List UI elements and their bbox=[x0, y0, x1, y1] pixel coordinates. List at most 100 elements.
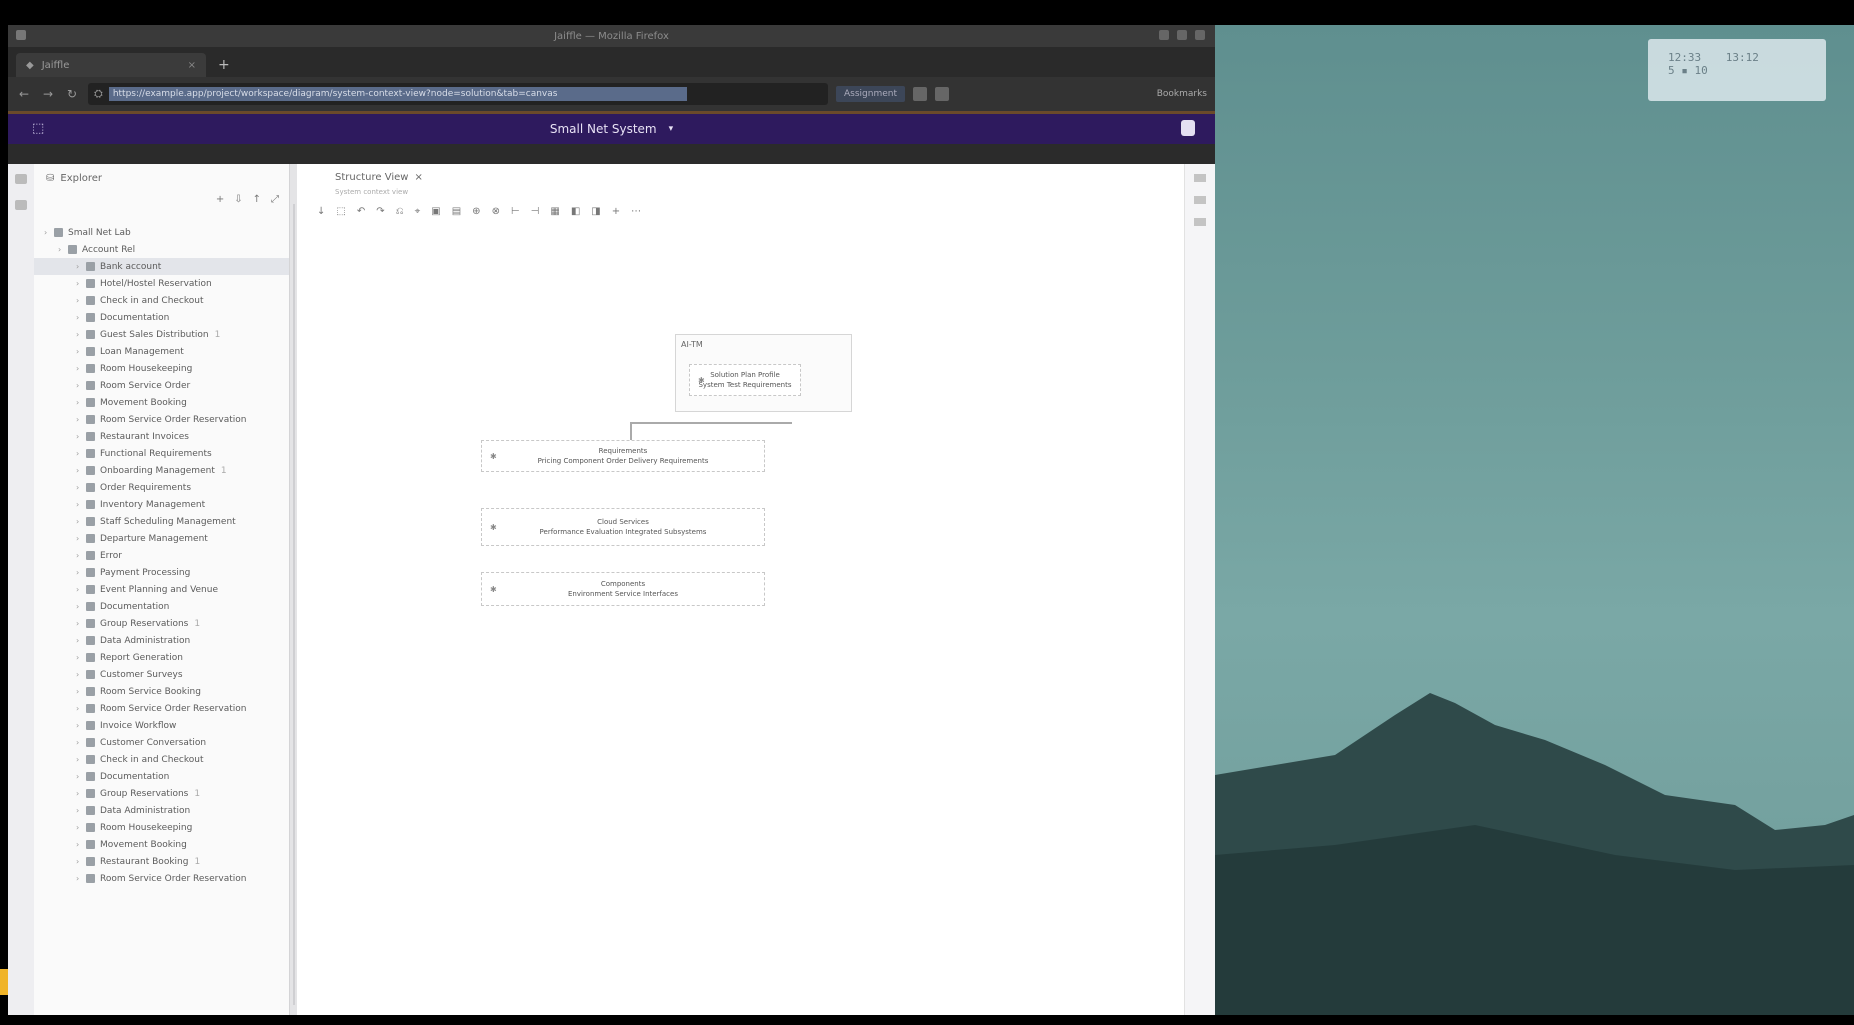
tree-item[interactable]: › Movement Booking bbox=[34, 394, 289, 411]
comments-rail-icon[interactable] bbox=[1194, 218, 1206, 226]
sidebar-tool-icon[interactable]: + bbox=[216, 194, 224, 205]
diagram-node[interactable]: ✱ Requirements Pricing Component Order D… bbox=[481, 440, 765, 472]
connector-edge[interactable] bbox=[630, 422, 792, 424]
tree-item[interactable]: › Documentation bbox=[34, 598, 289, 615]
chevron-right-icon[interactable]: › bbox=[76, 330, 86, 339]
tree-item[interactable]: › Event Planning and Venue bbox=[34, 581, 289, 598]
toolbar-tool-icon[interactable]: ⋯ bbox=[631, 206, 641, 217]
tab-structure-view[interactable]: Structure View × bbox=[335, 172, 423, 183]
tree-item[interactable]: › Error bbox=[34, 547, 289, 564]
chevron-right-icon[interactable]: › bbox=[76, 857, 86, 866]
chevron-right-icon[interactable]: › bbox=[76, 874, 86, 883]
tree-item[interactable]: › Room Service Order Reservation bbox=[34, 870, 289, 887]
tree-item[interactable]: › Customer Conversation bbox=[34, 734, 289, 751]
close-window-icon[interactable] bbox=[1195, 30, 1205, 40]
back-icon[interactable]: ← bbox=[16, 87, 32, 101]
toolbar-tool-icon[interactable]: ▦ bbox=[550, 206, 559, 217]
extension-icon[interactable] bbox=[913, 87, 927, 101]
sidebar-tool-icon[interactable]: ↑ bbox=[253, 194, 261, 205]
tree-item[interactable]: › Room Service Booking bbox=[34, 683, 289, 700]
canvas-tab-close-icon[interactable]: × bbox=[414, 172, 422, 183]
properties-rail-icon[interactable] bbox=[1194, 174, 1206, 182]
chevron-right-icon[interactable]: › bbox=[76, 619, 86, 628]
minimize-icon[interactable] bbox=[1159, 30, 1169, 40]
toolbar-tool-icon[interactable]: ⬚ bbox=[336, 206, 345, 217]
tree-item[interactable]: › Room Housekeeping bbox=[34, 360, 289, 377]
tree-item[interactable]: › Staff Scheduling Management bbox=[34, 513, 289, 530]
chevron-right-icon[interactable]: › bbox=[76, 772, 86, 781]
tree-item[interactable]: › Functional Requirements bbox=[34, 445, 289, 462]
toolbar-tool-icon[interactable]: ↷ bbox=[376, 206, 384, 217]
tree-item[interactable]: › Onboarding Management 1 bbox=[34, 462, 289, 479]
chevron-right-icon[interactable]: › bbox=[76, 806, 86, 815]
tree-item[interactable]: › Loan Management bbox=[34, 343, 289, 360]
downloads-icon[interactable] bbox=[935, 87, 949, 101]
toolbar-tool-icon[interactable]: ↶ bbox=[357, 206, 365, 217]
reload-icon[interactable]: ↻ bbox=[64, 87, 80, 101]
chevron-right-icon[interactable]: › bbox=[76, 568, 86, 577]
tree-item[interactable]: › Departure Management bbox=[34, 530, 289, 547]
toolbar-tool-icon[interactable]: + bbox=[612, 206, 620, 217]
toolbar-tool-icon[interactable]: ⊕ bbox=[472, 206, 480, 217]
toolbar-tool-icon[interactable]: ⊣ bbox=[531, 206, 540, 217]
chevron-right-icon[interactable]: › bbox=[76, 636, 86, 645]
tree-item[interactable]: › Group Reservations 1 bbox=[34, 615, 289, 632]
chevron-right-icon[interactable]: › bbox=[76, 670, 86, 679]
toolbar-tool-icon[interactable]: ◧ bbox=[571, 206, 580, 217]
browser-tab[interactable]: ◆ Jaiffle × bbox=[16, 53, 206, 77]
toolbar-tool-icon[interactable]: ⊢ bbox=[511, 206, 520, 217]
tree-item[interactable]: › Report Generation bbox=[34, 649, 289, 666]
tree-item[interactable]: › Data Administration bbox=[34, 632, 289, 649]
chevron-right-icon[interactable]: › bbox=[76, 687, 86, 696]
chevron-right-icon[interactable]: › bbox=[76, 653, 86, 662]
search-rail-icon[interactable] bbox=[15, 200, 27, 210]
title-dropdown-icon[interactable]: ▾ bbox=[669, 124, 674, 134]
chevron-right-icon[interactable]: › bbox=[76, 262, 86, 271]
tree-item[interactable]: › Room Service Order Reservation bbox=[34, 700, 289, 717]
tree-item[interactable]: › Payment Processing bbox=[34, 564, 289, 581]
connector-edge[interactable] bbox=[630, 422, 632, 442]
toolbar-tool-icon[interactable]: ▣ bbox=[431, 206, 440, 217]
tree-item[interactable]: › Invoice Workflow bbox=[34, 717, 289, 734]
chevron-right-icon[interactable]: › bbox=[76, 721, 86, 730]
maximize-icon[interactable] bbox=[1177, 30, 1187, 40]
user-avatar[interactable] bbox=[1181, 120, 1195, 136]
chevron-right-icon[interactable]: › bbox=[76, 432, 86, 441]
tree-item[interactable]: › Documentation bbox=[34, 309, 289, 326]
tree-item[interactable]: › Data Administration bbox=[34, 802, 289, 819]
tree-item[interactable]: › Bank account bbox=[34, 258, 289, 275]
chevron-right-icon[interactable]: › bbox=[44, 228, 54, 237]
tree-item[interactable]: › Movement Booking bbox=[34, 836, 289, 853]
address-bar[interactable]: ⛭ https://example.app/project/workspace/… bbox=[88, 83, 828, 105]
chevron-right-icon[interactable]: › bbox=[76, 823, 86, 832]
app-menu-icon[interactable] bbox=[16, 30, 26, 40]
toolbar-tool-icon[interactable]: ⌖ bbox=[415, 206, 421, 217]
explorer-rail-icon[interactable] bbox=[15, 174, 27, 184]
chevron-right-icon[interactable]: › bbox=[76, 551, 86, 560]
tree-item[interactable]: › Room Housekeeping bbox=[34, 819, 289, 836]
tree-item[interactable]: › Inventory Management bbox=[34, 496, 289, 513]
tree-item[interactable]: › Guest Sales Distribution 1 bbox=[34, 326, 289, 343]
toolbar-tool-icon[interactable]: ⊗ bbox=[492, 206, 500, 217]
tree-item[interactable]: › Account Rel bbox=[34, 241, 289, 258]
tree-item[interactable]: › Small Net Lab bbox=[34, 224, 289, 241]
chevron-right-icon[interactable]: › bbox=[76, 517, 86, 526]
chevron-right-icon[interactable]: › bbox=[76, 602, 86, 611]
diagram-canvas[interactable]: Structure View × System context view ↓ ⬚ ↶… bbox=[297, 164, 1215, 1015]
diagram-node[interactable]: ✱ Solution Plan Profile System Test Requ… bbox=[689, 364, 801, 396]
tree-item[interactable]: › Documentation bbox=[34, 768, 289, 785]
diagram-node[interactable]: ✱ Cloud Services Performance Evaluation … bbox=[481, 508, 765, 546]
chevron-right-icon[interactable]: › bbox=[76, 840, 86, 849]
tab-close-icon[interactable]: × bbox=[188, 60, 196, 71]
chevron-right-icon[interactable]: › bbox=[76, 398, 86, 407]
chevron-right-icon[interactable]: › bbox=[76, 738, 86, 747]
chevron-right-icon[interactable]: › bbox=[76, 415, 86, 424]
toolbar-tool-icon[interactable]: ▤ bbox=[452, 206, 461, 217]
chevron-right-icon[interactable]: › bbox=[76, 755, 86, 764]
toolbar-tool-icon[interactable]: ◨ bbox=[591, 206, 600, 217]
forward-icon[interactable]: → bbox=[40, 87, 56, 101]
sidebar-tool-icon[interactable]: ⤢ bbox=[271, 194, 279, 205]
sidebar-tool-icon[interactable]: ⇩ bbox=[234, 194, 242, 205]
chevron-right-icon[interactable]: › bbox=[76, 313, 86, 322]
tree-item[interactable]: › Check in and Checkout bbox=[34, 292, 289, 309]
